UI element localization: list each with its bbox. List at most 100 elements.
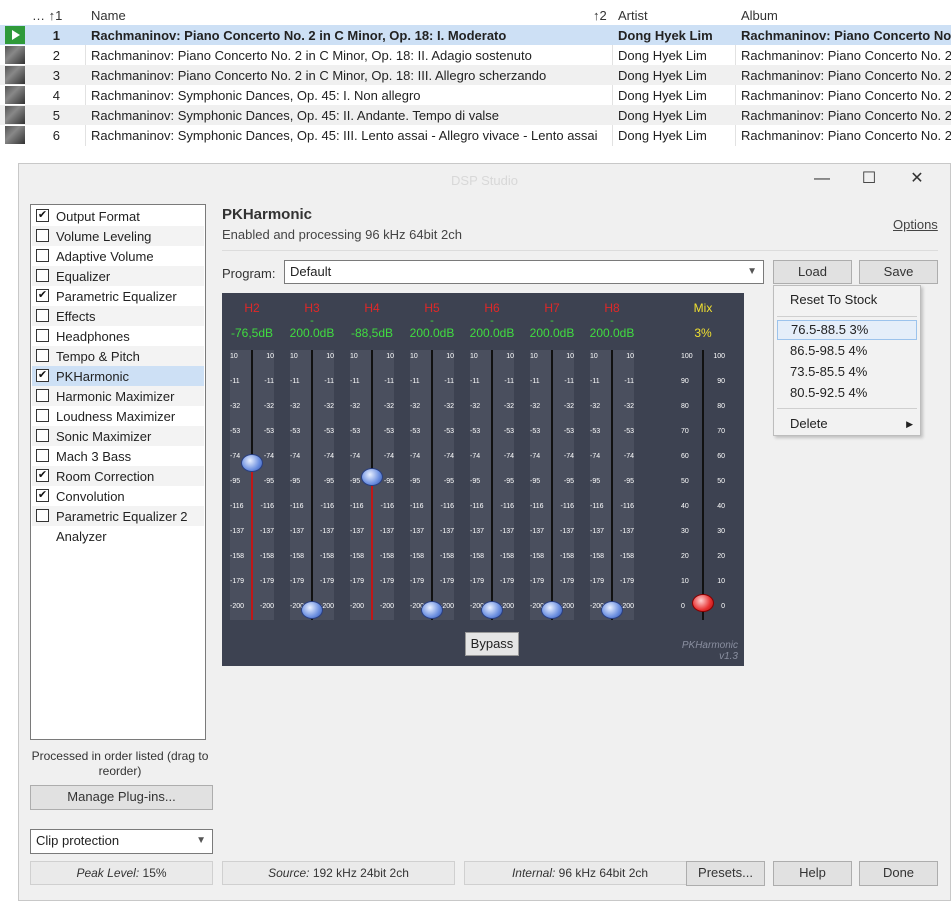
plugin-item[interactable]: ✔ Convolution <box>32 486 204 506</box>
harmonic-slider[interactable]: 10 10 -11 -11 -32 -32 -53 -53 -74 -74 -95 -95 -116 -1… <box>470 350 514 620</box>
checkbox[interactable] <box>36 449 49 462</box>
checked-checkbox[interactable]: ✔ <box>36 209 49 222</box>
slider-knob[interactable] <box>241 453 263 472</box>
checkbox[interactable] <box>36 229 49 242</box>
internal-label: Internal: <box>511 866 556 880</box>
slider-knob[interactable] <box>692 593 714 612</box>
harmonic-slider[interactable]: 10 10 -11 -11 -32 -32 -53 -53 -74 -74 -95 -95 -116 -1… <box>230 350 274 620</box>
menu-item-preset[interactable]: 86.5-98.5 4% <box>777 341 917 361</box>
menu-item-preset[interactable]: 76.5-88.5 3% <box>777 320 917 340</box>
slider-rail <box>431 350 433 620</box>
slider-tick-label: -116 <box>230 503 244 510</box>
plugin-item[interactable]: Mach 3 Bass <box>32 446 204 466</box>
close-button[interactable]: ✕ <box>902 170 932 190</box>
column-name-header[interactable]: Name <box>91 8 126 23</box>
harmonic-slider[interactable]: 10 10 -11 -11 -32 -32 -53 -53 -74 -74 -95 -95 -116 -1… <box>350 350 394 620</box>
plugin-item[interactable]: Analyzer <box>32 526 204 546</box>
slider-knob[interactable] <box>421 601 443 619</box>
plugin-item[interactable]: ✔ PKHarmonic <box>32 366 204 386</box>
maximize-button[interactable]: ☐ <box>854 170 884 190</box>
harmonic-slider[interactable]: 10 10 -11 -11 -32 -32 -53 -53 -74 -74 -95 -95 -116 -1… <box>290 350 334 620</box>
checked-checkbox[interactable]: ✔ <box>36 289 49 302</box>
load-button[interactable]: Load <box>773 260 852 284</box>
checked-checkbox[interactable]: ✔ <box>36 489 49 502</box>
done-button[interactable]: Done <box>859 861 938 886</box>
slider-tick-label: -179 <box>379 578 394 585</box>
checkbox[interactable] <box>36 269 49 282</box>
slider-tick-label: -32 <box>350 403 361 410</box>
checked-checkbox[interactable]: ✔ <box>36 469 49 482</box>
pkharmonic-panel: Bypass PKHarmonic v1.3 H2 -76,5dB 10 10 -11 -… <box>222 293 744 666</box>
options-link[interactable]: Options <box>893 217 938 232</box>
slider-tick-label: 90 <box>681 378 689 385</box>
slider-knob[interactable] <box>601 601 623 619</box>
manage-plugins-button[interactable]: Manage Plug-ins... <box>30 785 213 810</box>
plugin-item[interactable]: ✔ Room Correction <box>32 466 204 486</box>
checkbox[interactable] <box>36 249 49 262</box>
slider-tick-label: 10 <box>590 353 598 360</box>
slider-rail <box>611 350 613 620</box>
table-row[interactable]: 6 Rachmaninov: Symphonic Dances, Op. 45:… <box>0 125 951 145</box>
slider-knob[interactable] <box>541 601 563 619</box>
harmonic-slider[interactable]: 10 10 -11 -11 -32 -32 -53 -53 -74 -74 -95 -95 -116 -1… <box>530 350 574 620</box>
table-row[interactable]: 4 Rachmaninov: Symphonic Dances, Op. 45:… <box>0 85 951 105</box>
track-name: Rachmaninov: Piano Concerto No. 2 in C M… <box>91 28 507 43</box>
plugin-item[interactable]: Harmonic Maximizer <box>32 386 204 406</box>
checkbox[interactable] <box>36 409 49 422</box>
checkbox[interactable] <box>36 389 49 402</box>
plugin-item[interactable]: Loudness Maximizer <box>32 406 204 426</box>
slider-tick-label: -158 <box>410 553 425 560</box>
plugin-item[interactable]: ✔ Output Format <box>32 206 204 226</box>
mix-slider[interactable]: 100 100 90 90 80 80 70 70 60 60 50 50 40 40 30 30 20 20 10… <box>681 350 725 620</box>
checkbox[interactable] <box>36 509 49 522</box>
slider-tick-label: 30 <box>681 528 689 535</box>
plugin-item[interactable]: Effects <box>32 306 204 326</box>
menu-item-reset-to-stock[interactable]: Reset To Stock <box>777 290 917 310</box>
table-row[interactable]: 2 Rachmaninov: Piano Concerto No. 2 in C… <box>0 45 951 65</box>
table-row[interactable]: 3 Rachmaninov: Piano Concerto No. 2 in C… <box>0 65 951 85</box>
plugin-item[interactable]: Sonic Maximizer <box>32 426 204 446</box>
plugin-item[interactable]: Adaptive Volume <box>32 246 204 266</box>
harmonic-slider[interactable]: 10 10 -11 -11 -32 -32 -53 -53 -74 -74 -95 -95 -116 -1… <box>410 350 454 620</box>
checked-checkbox[interactable]: ✔ <box>36 369 49 382</box>
plugin-item[interactable]: Headphones <box>32 326 204 346</box>
column-artist-header[interactable]: Artist <box>618 8 648 23</box>
track-artist: Dong Hyek Lim <box>618 108 707 123</box>
program-select[interactable]: Default ▼ <box>284 260 764 284</box>
slider-tick-label: -200 <box>379 603 394 610</box>
bypass-button[interactable]: Bypass <box>465 632 519 656</box>
slider-knob[interactable] <box>481 601 503 619</box>
slider-tick-label: -95 <box>470 478 481 485</box>
checkbox[interactable] <box>36 329 49 342</box>
menu-item-preset[interactable]: 73.5-85.5 4% <box>777 362 917 382</box>
plugin-item[interactable]: Parametric Equalizer 2 <box>32 506 204 526</box>
presets-button[interactable]: Presets... <box>686 861 765 886</box>
title-bar[interactable]: DSP Studio — ☐ ✕ <box>19 164 950 196</box>
table-row[interactable]: 1 Rachmaninov: Piano Concerto No. 2 in C… <box>0 25 951 45</box>
slider-knob[interactable] <box>301 601 323 619</box>
clip-protection-select[interactable]: Clip protection ▼ <box>30 829 213 854</box>
slider-tick-label: -116 <box>620 503 635 510</box>
slider-tick-label: -116 <box>380 503 395 510</box>
plugin-item[interactable]: Equalizer <box>32 266 204 286</box>
plugin-item[interactable]: Tempo & Pitch <box>32 346 204 366</box>
checkbox[interactable] <box>36 349 49 362</box>
minimize-button[interactable]: — <box>807 170 837 190</box>
slider-tick-label: -158 <box>290 553 305 560</box>
menu-item-preset[interactable]: 80.5-92.5 4% <box>777 383 917 403</box>
plugin-item[interactable]: ✔ Parametric Equalizer <box>32 286 204 306</box>
harmonic-slider[interactable]: 10 10 -11 -11 -32 -32 -53 -53 -74 -74 -95 -95 -116 -1… <box>590 350 634 620</box>
harmonic-channel-label: H7 <box>544 301 560 315</box>
menu-item-delete[interactable]: Delete ▶ <box>777 414 917 434</box>
save-button[interactable]: Save <box>859 260 938 284</box>
column-album-header[interactable]: Album <box>741 8 778 23</box>
table-row[interactable]: 5 Rachmaninov: Symphonic Dances, Op. 45:… <box>0 105 951 125</box>
help-button[interactable]: Help <box>773 861 852 886</box>
checkbox[interactable] <box>36 309 49 322</box>
checkbox[interactable] <box>36 429 49 442</box>
slider-tick-label: -179 <box>230 578 245 585</box>
plugin-item[interactable]: Volume Leveling <box>32 226 204 246</box>
column-number-header[interactable]: … ↑1 <box>32 8 62 23</box>
slider-tick-label: -158 <box>530 553 545 560</box>
mix-value: 3% <box>694 326 712 340</box>
